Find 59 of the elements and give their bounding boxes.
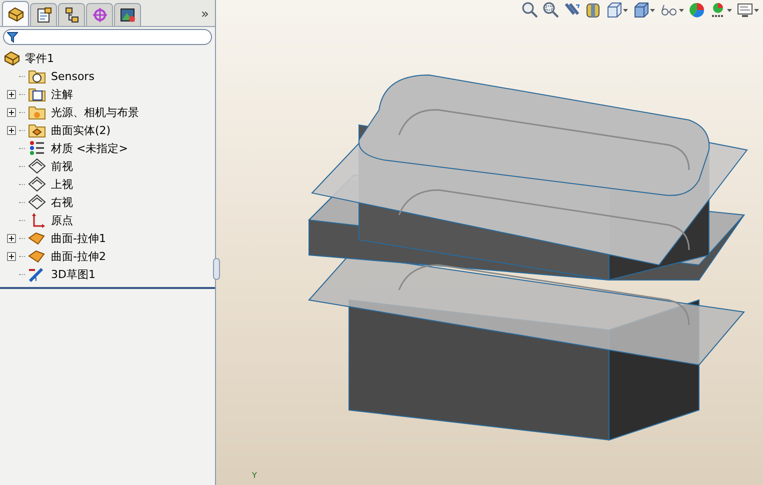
glasses-icon[interactable] [660, 2, 678, 18]
tree-item[interactable]: 注解 [51, 88, 73, 100]
tree-item[interactable]: 曲面-拉伸2 [51, 250, 106, 262]
plane-icon [28, 176, 46, 192]
tree-item[interactable]: 材质 <未指定> [51, 142, 128, 154]
panel-tab[interactable] [2, 1, 29, 26]
tree-item[interactable]: 上视 [51, 178, 73, 190]
panel-tab[interactable] [114, 3, 141, 26]
tree-item[interactable]: Sensors [51, 70, 94, 82]
more-tabs-button[interactable]: » [197, 4, 213, 26]
tree-item[interactable]: 3D草图1 [51, 268, 96, 280]
zoom-icon[interactable] [522, 2, 538, 18]
binoculars-icon[interactable] [564, 2, 580, 18]
tree-item[interactable]: 曲面实体(2) [51, 124, 111, 136]
surface-feature-icon [28, 230, 46, 246]
section-view-icon[interactable] [585, 2, 601, 18]
tree-item[interactable]: 原点 [51, 214, 73, 226]
annotation-folder-icon [28, 86, 46, 102]
filter-field[interactable] [3, 29, 212, 45]
panel-collapse-handle[interactable] [213, 258, 220, 280]
filter-icon [7, 32, 18, 42]
expand-toggle[interactable] [7, 234, 16, 242]
surface-folder-icon [28, 122, 46, 138]
tree-item[interactable]: 零件1 [25, 52, 54, 64]
panel-tab[interactable] [58, 3, 85, 26]
tree-item[interactable]: 光源、相机与布景 [51, 106, 139, 118]
scene-icon[interactable] [710, 2, 726, 18]
sketch-icon [28, 266, 46, 282]
plane-icon [28, 194, 46, 210]
tree-item[interactable]: 右视 [51, 196, 73, 208]
crosshair-icon [92, 7, 108, 23]
cube-icon[interactable] [606, 2, 622, 18]
expand-toggle[interactable] [7, 126, 16, 134]
hierarchy-icon [64, 7, 80, 23]
sensor-folder-icon [28, 68, 46, 84]
dropdown-caret-icon[interactable] [679, 8, 684, 12]
dropdown-caret-icon[interactable] [623, 8, 628, 12]
expand-toggle[interactable] [7, 108, 16, 116]
plane-icon [28, 158, 46, 174]
monitor-icon[interactable] [737, 2, 753, 18]
tree-item[interactable]: 曲面-拉伸1 [51, 232, 106, 244]
shaded-cube-icon[interactable] [633, 2, 649, 18]
expand-toggle[interactable] [7, 90, 16, 98]
color-ball-icon[interactable] [689, 2, 705, 18]
dropdown-caret-icon[interactable] [727, 8, 732, 12]
expand-toggle[interactable] [7, 252, 16, 260]
dropdown-caret-icon[interactable] [754, 8, 759, 12]
panel-tab[interactable] [30, 3, 57, 26]
light-folder-icon [28, 104, 46, 120]
picture-icon [120, 7, 136, 23]
part-icon [3, 50, 21, 66]
tree-item[interactable]: 前视 [51, 160, 73, 172]
dropdown-caret-icon[interactable] [650, 8, 655, 12]
document-icon [36, 7, 52, 23]
axis-label: Y [252, 472, 257, 480]
surface-feature-icon [28, 248, 46, 264]
zoom-area-icon[interactable] [543, 2, 559, 18]
part-icon [6, 6, 24, 22]
material-list-icon [28, 140, 46, 156]
